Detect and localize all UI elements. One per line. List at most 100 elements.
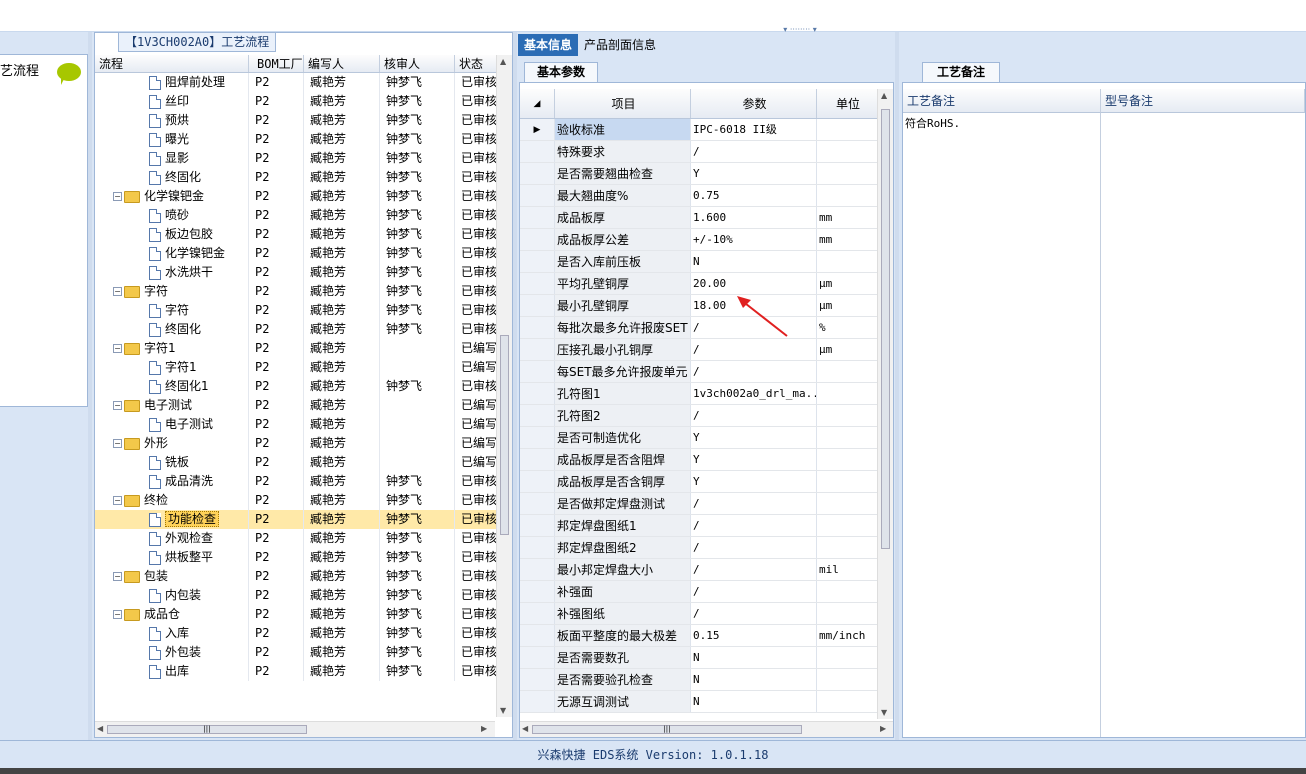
process-step-cell[interactable]: 曝光 xyxy=(95,130,249,149)
param-unit-cell[interactable] xyxy=(817,493,878,514)
param-unit-cell[interactable]: mm xyxy=(817,207,878,228)
param-value-cell[interactable]: / xyxy=(691,559,817,580)
process-row[interactable]: − 化学镍钯金 P2 臧艳芳 钟梦飞 已审核 xyxy=(95,187,497,206)
row-header[interactable] xyxy=(520,163,555,184)
scroll-down-arrow-icon[interactable]: ▼ xyxy=(500,706,506,715)
process-row[interactable]: − 电子测试 P2 臧艳芳 已编写 xyxy=(95,396,497,415)
param-value-cell[interactable]: / xyxy=(691,581,817,602)
param-value-cell[interactable]: N xyxy=(691,647,817,668)
param-row[interactable]: 最小邦定焊盘大小 / mil xyxy=(520,559,878,581)
param-row[interactable]: ▶ 验收标准 IPC-6018 II级 xyxy=(520,119,878,141)
process-step-cell[interactable]: 字符 xyxy=(95,301,249,320)
collapse-toggle-icon[interactable]: − xyxy=(113,496,122,505)
param-unit-cell[interactable] xyxy=(817,603,878,624)
param-unit-cell[interactable] xyxy=(817,515,878,536)
process-row[interactable]: − 字符1 P2 臧艳芳 已编写 xyxy=(95,339,497,358)
process-row[interactable]: 字符1 P2 臧艳芳 已编写 xyxy=(95,358,497,377)
process-step-cell[interactable]: 成品清洗 xyxy=(95,472,249,491)
process-step-cell[interactable]: 入库 xyxy=(95,624,249,643)
collapse-toggle-icon[interactable]: − xyxy=(113,287,122,296)
process-step-cell[interactable]: 电子测试 xyxy=(95,415,249,434)
process-row[interactable]: 字符 P2 臧艳芳 钟梦飞 已审核 xyxy=(95,301,497,320)
param-row[interactable]: 是否入库前压板 N xyxy=(520,251,878,273)
scroll-thumb[interactable] xyxy=(500,335,509,535)
row-header[interactable] xyxy=(520,273,555,294)
process-row[interactable]: 化学镍钯金 P2 臧艳芳 钟梦飞 已审核 xyxy=(95,244,497,263)
param-value-cell[interactable]: N xyxy=(691,669,817,690)
param-unit-cell[interactable] xyxy=(817,471,878,492)
row-header[interactable] xyxy=(520,229,555,250)
param-row[interactable]: 板面平整度的最大极差 0.15 mm/inch xyxy=(520,625,878,647)
param-value-cell[interactable]: / xyxy=(691,515,817,536)
process-row[interactable]: − 包装 P2 臧艳芳 钟梦飞 已审核 xyxy=(95,567,497,586)
params-vertical-scrollbar[interactable]: ▲ ▼ xyxy=(877,89,893,719)
process-row[interactable]: 预烘 P2 臧艳芳 钟梦飞 已审核 xyxy=(95,111,497,130)
row-header[interactable] xyxy=(520,691,555,712)
param-value-cell[interactable]: / xyxy=(691,493,817,514)
param-value-cell[interactable]: Y xyxy=(691,427,817,448)
process-step-cell[interactable]: 喷砂 xyxy=(95,206,249,225)
process-row[interactable]: 喷砂 P2 臧艳芳 钟梦飞 已审核 xyxy=(95,206,497,225)
process-row[interactable]: 内包装 P2 臧艳芳 钟梦飞 已审核 xyxy=(95,586,497,605)
process-row[interactable]: − 外形 P2 臧艳芳 已编写 xyxy=(95,434,497,453)
process-step-cell[interactable]: 终固化1 xyxy=(95,377,249,396)
process-step-cell[interactable]: 丝印 xyxy=(95,92,249,111)
column-header-writer[interactable]: 编写人 xyxy=(304,55,380,72)
process-step-cell[interactable]: 终固化 xyxy=(95,168,249,187)
scroll-left-arrow-icon[interactable]: ◀ xyxy=(97,724,103,733)
param-row[interactable]: 成品板厚 1.600 mm xyxy=(520,207,878,229)
process-row[interactable]: 电子测试 P2 臧艳芳 已编写 xyxy=(95,415,497,434)
scroll-right-arrow-icon[interactable]: ▶ xyxy=(481,724,487,733)
param-row[interactable]: 补强面 / xyxy=(520,581,878,603)
collapse-toggle-icon[interactable]: − xyxy=(113,401,122,410)
param-value-cell[interactable]: N xyxy=(691,691,817,712)
process-step-cell[interactable]: 外观检查 xyxy=(95,529,249,548)
process-row[interactable]: − 字符 P2 臧艳芳 钟梦飞 已审核 xyxy=(95,282,497,301)
process-row[interactable]: 出库 P2 臧艳芳 钟梦飞 已审核 xyxy=(95,662,497,681)
column-header-bom[interactable]: BOM工厂 xyxy=(249,55,304,72)
process-vertical-scrollbar[interactable]: ▲ ▼ xyxy=(496,55,512,717)
process-row[interactable]: 终固化 P2 臧艳芳 钟梦飞 已审核 xyxy=(95,168,497,187)
row-header[interactable] xyxy=(520,603,555,624)
param-unit-cell[interactable] xyxy=(817,669,878,690)
process-row[interactable]: 终固化 P2 臧艳芳 钟梦飞 已审核 xyxy=(95,320,497,339)
param-value-cell[interactable]: Y xyxy=(691,163,817,184)
param-unit-cell[interactable] xyxy=(817,119,878,140)
process-step-cell[interactable]: − 成品仓 xyxy=(95,605,249,624)
param-unit-cell[interactable] xyxy=(817,251,878,272)
process-step-cell[interactable]: − 字符 xyxy=(95,282,249,301)
param-value-cell[interactable]: / xyxy=(691,361,817,382)
param-row[interactable]: 每批次最多允许报废SET /% xyxy=(520,317,878,339)
process-step-cell[interactable]: − 外形 xyxy=(95,434,249,453)
param-row[interactable]: 每SET最多允许报废单元 / xyxy=(520,361,878,383)
param-unit-cell[interactable] xyxy=(817,691,878,712)
param-row[interactable]: 补强图纸 / xyxy=(520,603,878,625)
param-value-cell[interactable]: Y xyxy=(691,449,817,470)
param-row[interactable]: 孔符图2/ xyxy=(520,405,878,427)
process-step-cell[interactable]: 终固化 xyxy=(95,320,249,339)
tab-process-notes[interactable]: 工艺备注 xyxy=(922,62,1001,82)
param-value-cell[interactable]: 0.75 xyxy=(691,185,817,206)
process-row[interactable]: 阻焊前处理 P2 臧艳芳 钟梦飞 已审核 xyxy=(95,73,497,92)
row-header[interactable] xyxy=(520,625,555,646)
param-unit-cell[interactable] xyxy=(817,185,878,206)
row-header[interactable] xyxy=(520,405,555,426)
column-header-unit[interactable]: 单位 xyxy=(817,89,878,118)
tab-basic-params[interactable]: 基本参数 xyxy=(524,62,599,82)
param-row[interactable]: 成品板厚是否含铜厚 Y xyxy=(520,471,878,493)
row-header[interactable] xyxy=(520,515,555,536)
param-value-cell[interactable]: 1.600 xyxy=(691,207,817,228)
middle-splitter[interactable] xyxy=(513,32,517,740)
row-header[interactable] xyxy=(520,647,555,668)
param-value-cell[interactable]: / xyxy=(691,603,817,624)
process-row[interactable]: 铣板 P2 臧艳芳 已编写 xyxy=(95,453,497,472)
param-unit-cell[interactable]: mm/inch xyxy=(817,625,878,646)
process-horizontal-scrollbar[interactable]: ◀ ||| ▶ xyxy=(95,721,495,737)
param-unit-cell[interactable] xyxy=(817,537,878,558)
column-header-reviewer[interactable]: 核审人 xyxy=(380,55,455,72)
param-value-cell[interactable]: N xyxy=(691,251,817,272)
param-unit-cell[interactable] xyxy=(817,405,878,426)
column-header-status[interactable]: 状态 xyxy=(455,55,497,72)
param-value-cell[interactable]: 0.15 xyxy=(691,625,817,646)
right-splitter[interactable] xyxy=(895,32,899,740)
